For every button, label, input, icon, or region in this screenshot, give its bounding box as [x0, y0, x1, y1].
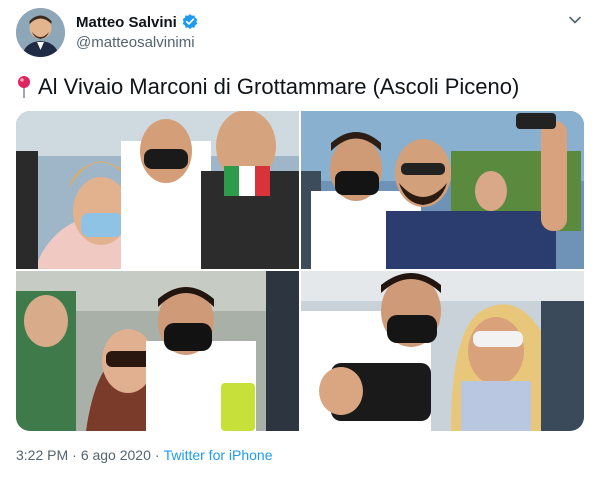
photo-4[interactable]: [301, 271, 584, 431]
tweet-meta: 3:22 PM · 6 ago 2020 · Twitter for iPhon…: [16, 447, 273, 463]
author-name[interactable]: Matteo Salvini: [76, 14, 177, 31]
tweet-text-row: Al Vivaio Marconi di Grottammare (Ascoli…: [16, 74, 519, 100]
meta-separator: ·: [154, 447, 160, 463]
photo-1[interactable]: [16, 111, 299, 269]
photo-2[interactable]: [301, 111, 584, 269]
tweet-time[interactable]: 3:22 PM: [16, 447, 68, 463]
avatar[interactable]: [16, 8, 65, 57]
tweet-card: Matteo Salvini @matteosalvinimi Al Vivai…: [0, 0, 601, 479]
tweet-date[interactable]: 6 ago 2020: [81, 447, 151, 463]
photo-grid: [16, 111, 584, 431]
verified-badge-icon: [181, 13, 199, 31]
author-handle[interactable]: @matteosalvinimi: [76, 34, 195, 51]
avatar-image: [16, 8, 65, 57]
chevron-down-icon[interactable]: [567, 12, 583, 28]
photo-3[interactable]: [16, 271, 299, 431]
round-pushpin-icon: [16, 75, 32, 99]
author-row: Matteo Salvini: [76, 12, 199, 32]
tweet-text: Al Vivaio Marconi di Grottammare (Ascoli…: [38, 74, 520, 99]
meta-separator: ·: [72, 447, 77, 463]
tweet-source-link[interactable]: Twitter for iPhone: [164, 447, 273, 463]
